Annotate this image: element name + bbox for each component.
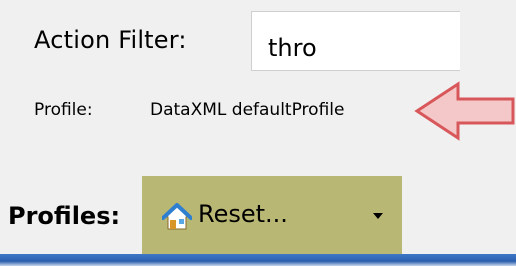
profile-dropdown-value: Reset... xyxy=(198,200,288,228)
profile-label: Profile: xyxy=(34,100,93,120)
annotation-arrow-icon xyxy=(414,81,515,141)
action-filter-row: Action Filter: xyxy=(0,0,460,90)
bottom-bar xyxy=(0,254,516,266)
profile-value: DataXML defaultProfile xyxy=(150,100,345,120)
action-filter-input[interactable] xyxy=(251,11,460,71)
profile-dropdown[interactable]: Reset... xyxy=(142,176,402,254)
home-icon xyxy=(162,203,192,230)
profiles-label: Profiles: xyxy=(8,202,121,230)
chevron-down-icon[interactable] xyxy=(373,212,383,220)
profiles-toolbar: Profiles: Reset... xyxy=(0,176,516,254)
action-filter-label: Action Filter: xyxy=(34,26,187,54)
